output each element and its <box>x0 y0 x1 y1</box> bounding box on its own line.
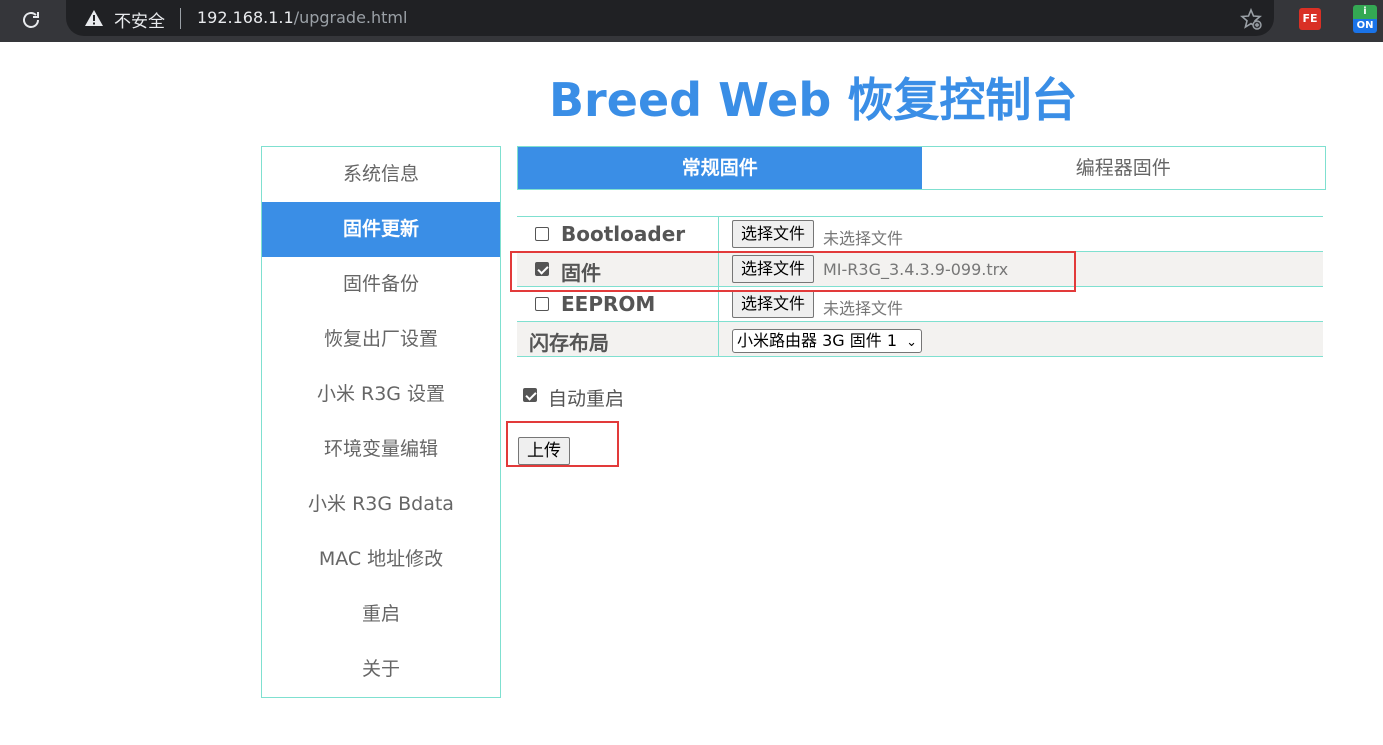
table-row: Bootloader 选择文件 未选择文件 <box>517 217 1323 252</box>
column-divider <box>718 217 719 251</box>
sidebar-item-env-editor[interactable]: 环境变量编辑 <box>262 422 500 477</box>
warning-icon[interactable] <box>84 8 104 28</box>
reload-icon[interactable] <box>19 8 43 32</box>
sidebar-item-about[interactable]: 关于 <box>262 642 500 697</box>
column-divider <box>718 287 719 321</box>
choose-file-button[interactable]: 选择文件 <box>732 290 815 318</box>
security-label[interactable]: 不安全 <box>114 7 165 32</box>
firmware-tabs: 常规固件 编程器固件 <box>517 146 1326 190</box>
table-row: 闪存布局 小米路由器 3G 固件 1 ⌄ <box>517 322 1323 357</box>
sidebar-menu: 系统信息 固件更新 固件备份 恢复出厂设置 小米 R3G 设置 环境变量编辑 小… <box>261 146 501 698</box>
on-extension-label: ON <box>1353 19 1377 33</box>
eeprom-checkbox[interactable] <box>535 297 549 311</box>
sidebar-item-system-info[interactable]: 系统信息 <box>262 147 500 202</box>
tab-regular-firmware[interactable]: 常规固件 <box>518 147 922 189</box>
sidebar-item-factory-reset[interactable]: 恢复出厂设置 <box>262 312 500 367</box>
bookmark-star-icon[interactable] <box>1239 7 1263 31</box>
fe-extension-icon[interactable]: FE <box>1299 8 1321 30</box>
row-label: EEPROM <box>561 292 656 316</box>
chevron-down-icon: ⌄ <box>906 335 917 350</box>
choose-file-button[interactable]: 选择文件 <box>732 220 815 248</box>
row-label: Bootloader <box>561 222 686 246</box>
flash-layout-value: 小米路由器 3G 固件 1 <box>737 331 898 350</box>
flash-layout-select[interactable]: 小米路由器 3G 固件 1 ⌄ <box>732 329 922 353</box>
highlight-box-upload <box>506 421 619 467</box>
on-extension-icon[interactable]: i ON <box>1353 5 1377 35</box>
address-divider <box>180 8 181 29</box>
sidebar-item-reboot[interactable]: 重启 <box>262 587 500 642</box>
bootloader-checkbox[interactable] <box>535 227 549 241</box>
sidebar-item-firmware-update[interactable]: 固件更新 <box>262 202 500 257</box>
file-name: 未选择文件 <box>823 299 904 318</box>
page-title: Breed Web 恢复控制台 <box>549 73 1078 127</box>
column-divider <box>718 322 719 356</box>
url-path: /upgrade.html <box>293 8 408 27</box>
browser-toolbar: 不安全 192.168.1.1/upgrade.html FE i ON <box>0 0 1383 42</box>
url-host: 192.168.1.1 <box>197 8 294 27</box>
file-name: 未选择文件 <box>823 229 904 248</box>
on-extension-top: i <box>1353 5 1377 19</box>
auto-reboot-label[interactable]: 自动重启 <box>548 384 624 411</box>
sidebar-item-mac-edit[interactable]: MAC 地址修改 <box>262 532 500 587</box>
sidebar-item-firmware-backup[interactable]: 固件备份 <box>262 257 500 312</box>
sidebar-item-r3g-bdata[interactable]: 小米 R3G Bdata <box>262 477 500 532</box>
auto-reboot-checkbox[interactable] <box>523 388 537 402</box>
sidebar-item-r3g-settings[interactable]: 小米 R3G 设置 <box>262 367 500 422</box>
flash-layout-label: 闪存布局 <box>529 331 609 355</box>
highlight-box-firmware-row <box>510 251 1076 292</box>
table-row: EEPROM 选择文件 未选择文件 <box>517 287 1323 322</box>
tab-programmer-firmware[interactable]: 编程器固件 <box>922 147 1326 189</box>
url-text[interactable]: 192.168.1.1/upgrade.html <box>197 8 407 27</box>
